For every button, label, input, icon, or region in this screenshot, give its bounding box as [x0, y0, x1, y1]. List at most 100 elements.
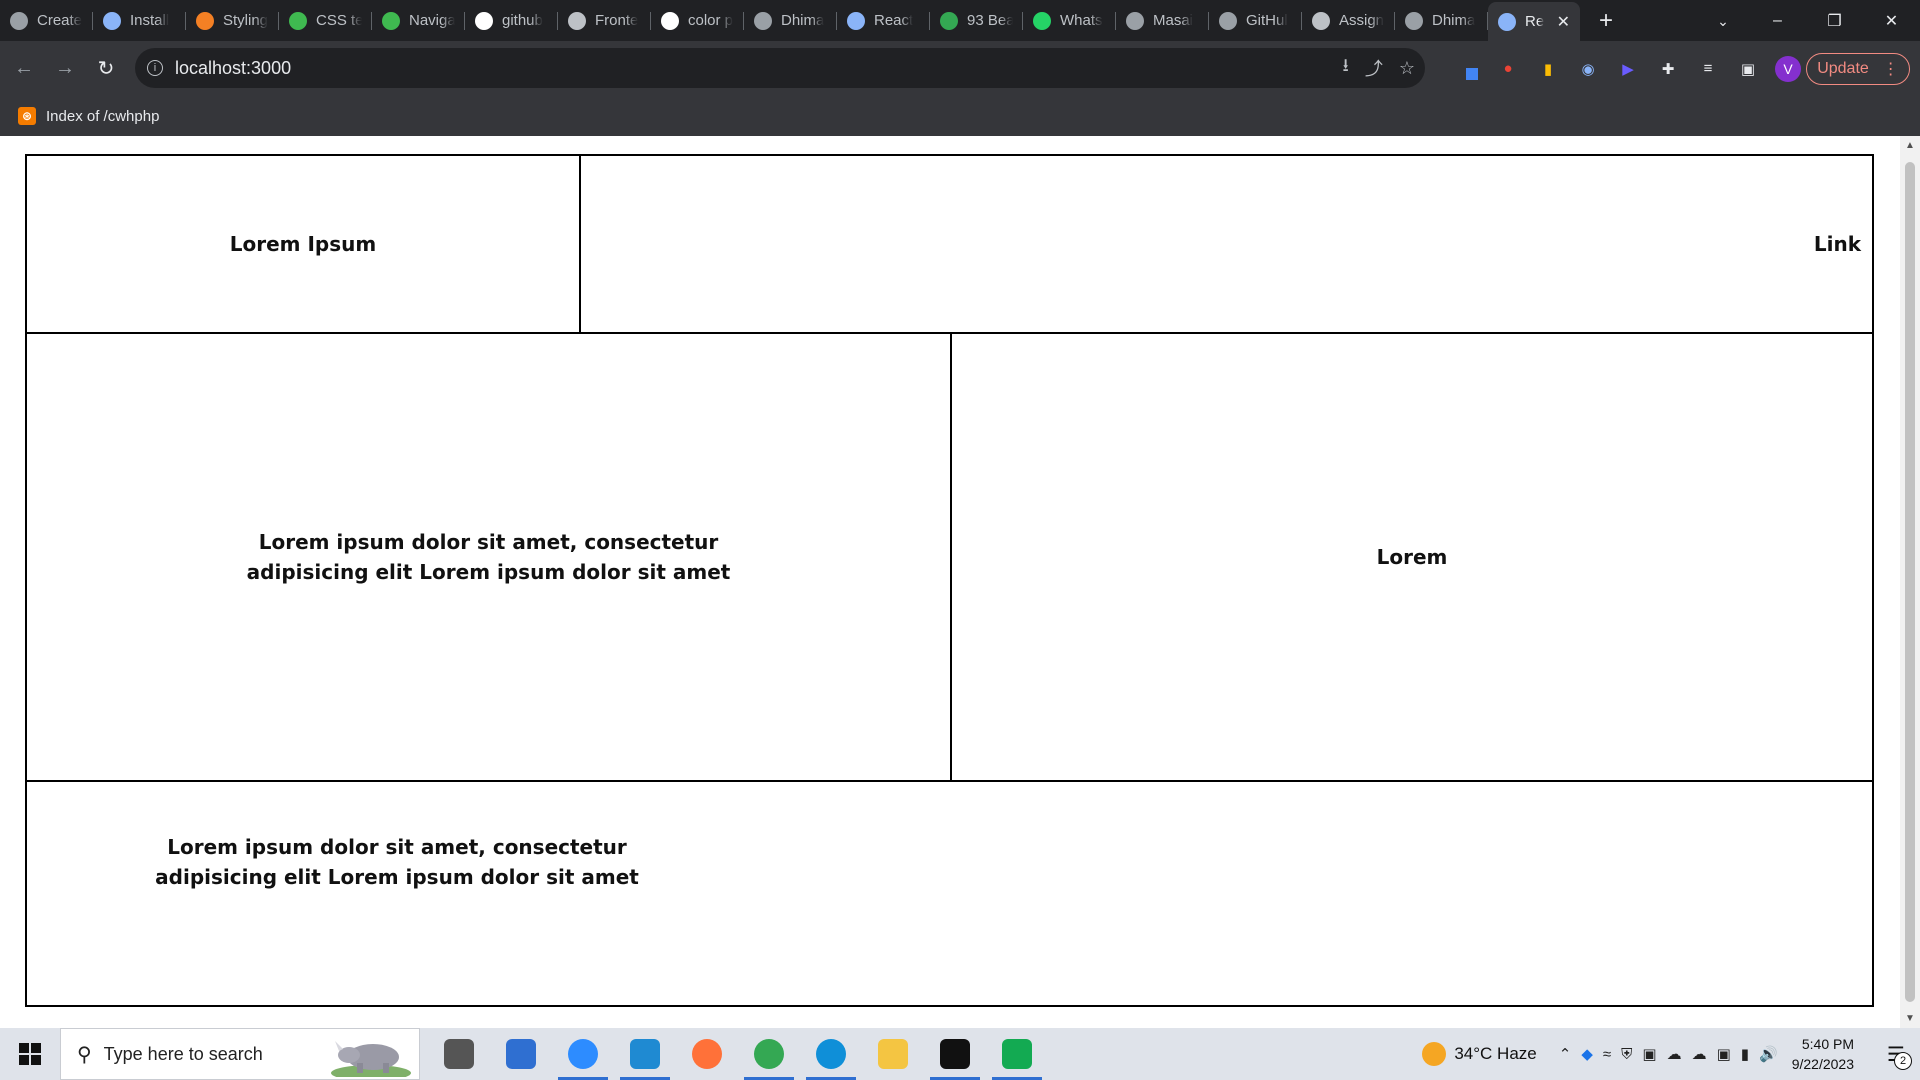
notification-center[interactable]: ☰ 2: [1872, 1028, 1920, 1080]
shield-extension-icon[interactable]: ▮: [1535, 56, 1561, 82]
tab-title: Install: [130, 12, 170, 29]
mail-icon: [506, 1039, 536, 1069]
stack-icon: [196, 11, 214, 30]
flash-extension-icon[interactable]: ●: [1495, 56, 1521, 82]
new-tab-plus-icon[interactable]: +: [1588, 3, 1624, 39]
browser-tab[interactable]: 93 Bea: [930, 0, 1023, 41]
taskbar-app[interactable]: [614, 1028, 676, 1080]
main-row: Lorem ipsum dolor sit amet, consectetur …: [25, 332, 1874, 782]
browser-tab[interactable]: Dhima: [1395, 0, 1488, 41]
taskbar-app[interactable]: [800, 1028, 862, 1080]
header-link[interactable]: Link: [1814, 229, 1861, 259]
notification-count: 2: [1894, 1052, 1912, 1070]
browser-tab[interactable]: color p: [651, 0, 744, 41]
active-browser-tab[interactable]: Re ✕: [1488, 2, 1580, 41]
start-button[interactable]: [0, 1028, 60, 1080]
header-link-cell: Link: [581, 156, 1872, 332]
browser-tab[interactable]: React: [837, 0, 930, 41]
browser-tab[interactable]: Install: [93, 0, 186, 41]
reload-icon[interactable]: ↻: [89, 52, 123, 86]
browser-tab-strip: Create Install Styling CSS te Naviga github Fr…: [0, 0, 1920, 41]
weather-widget[interactable]: 34°C Haze: [1422, 1042, 1537, 1066]
network-icon[interactable]: ≈: [1603, 1046, 1611, 1063]
weather-text: 34°C Haze: [1454, 1044, 1537, 1063]
onedrive-icon[interactable]: ☁: [1692, 1045, 1707, 1063]
url-text[interactable]: localhost:3000: [175, 58, 291, 79]
nav-icon: [382, 11, 400, 30]
eyedropper-extension-icon[interactable]: [1455, 56, 1481, 82]
display-icon[interactable]: ▣: [1717, 1045, 1731, 1063]
browser-toolbar: ← → ↻ i localhost:3000 ⭳ ⤴ ☆ ● ▮ ◉ ▶ ✚ ≡…: [0, 41, 1920, 96]
meet-icon[interactable]: ▣: [1642, 1045, 1656, 1063]
play-extension-icon[interactable]: ▶: [1615, 56, 1641, 82]
browser-tab[interactable]: Styling: [186, 0, 279, 41]
react-icon: [847, 11, 865, 30]
onedrive-off-icon[interactable]: ☁: [1667, 1045, 1682, 1063]
tab-title: color p: [688, 12, 734, 29]
tab-title: CSS te: [316, 12, 362, 29]
bookmark-star-icon[interactable]: ☆: [1399, 58, 1415, 79]
tab-title: Create: [37, 12, 83, 29]
browser-tab[interactable]: github: [465, 0, 558, 41]
forward-arrow-icon[interactable]: →: [48, 52, 82, 86]
taskbar-app[interactable]: [676, 1028, 738, 1080]
taskbar-app[interactable]: [552, 1028, 614, 1080]
more-menu-icon[interactable]: ⋮: [1883, 59, 1899, 79]
volume-icon[interactable]: 🔊: [1759, 1045, 1778, 1063]
clock[interactable]: 5:40 PM 9/22/2023: [1792, 1034, 1854, 1074]
bolt-icon: [103, 11, 121, 30]
masai-icon: [1126, 11, 1144, 30]
install-app-icon[interactable]: ⭳: [1343, 53, 1349, 83]
taskbar-search[interactable]: ⚲ Type here to search: [60, 1028, 420, 1080]
main-left-text: Lorem ipsum dolor sit amet, consectetur …: [27, 334, 952, 780]
profile-avatar[interactable]: V: [1775, 55, 1801, 82]
taskbar-app[interactable]: [986, 1028, 1048, 1080]
browser-tab[interactable]: Masai: [1116, 0, 1209, 41]
browser-tab[interactable]: Dhima: [744, 0, 837, 41]
bluetooth-icon[interactable]: ◆: [1581, 1045, 1593, 1063]
side-panel-icon[interactable]: ▣: [1735, 56, 1761, 82]
taskbar-app[interactable]: [428, 1028, 490, 1080]
tab-search-chevron-icon[interactable]: ⌄: [1708, 6, 1738, 36]
close-tab-icon[interactable]: ✕: [1557, 12, 1570, 32]
restore-icon[interactable]: ❐: [1806, 0, 1863, 41]
tab-title: Dhima: [781, 12, 825, 29]
minimize-icon[interactable]: –: [1749, 0, 1806, 41]
browser-tab[interactable]: CSS te: [279, 0, 372, 41]
firefox-icon: [692, 1039, 722, 1069]
security-icon[interactable]: ⛨: [1621, 1046, 1632, 1063]
share-icon[interactable]: ⤴: [1365, 55, 1383, 81]
react-icon: [1498, 12, 1516, 31]
taskbar-app[interactable]: [490, 1028, 552, 1080]
taskbar-app[interactable]: [862, 1028, 924, 1080]
page-scrollbar[interactable]: ▲ ▼: [1900, 136, 1920, 1028]
taskbar-app[interactable]: [738, 1028, 800, 1080]
browser-tab[interactable]: Fronte: [558, 0, 651, 41]
tab-title: Masai: [1153, 12, 1194, 29]
address-bar[interactable]: i localhost:3000 ⭳ ⤴ ☆: [135, 48, 1425, 88]
header-title: Lorem Ipsum: [27, 156, 581, 332]
scroll-down-arrow-icon[interactable]: ▼: [1904, 1013, 1916, 1024]
taskbar-app[interactable]: [924, 1028, 986, 1080]
battery-icon[interactable]: ▮: [1741, 1045, 1749, 1063]
scrollbar-thumb[interactable]: [1905, 162, 1915, 1002]
chevron-up-icon[interactable]: ⌃: [1559, 1045, 1572, 1063]
browser-tab[interactable]: Naviga: [372, 0, 465, 41]
puzzle-extensions-icon[interactable]: ✚: [1655, 56, 1681, 82]
reading-list-icon[interactable]: ≡: [1695, 56, 1721, 82]
update-button[interactable]: Update ⋮: [1806, 53, 1910, 85]
google-icon: [475, 11, 493, 30]
browser-tab[interactable]: GitHul: [1209, 0, 1302, 41]
whatsapp-icon: [1033, 11, 1051, 30]
scroll-up-arrow-icon[interactable]: ▲: [1904, 140, 1916, 151]
bookmark-item[interactable]: ⊛ Index of /cwhphp: [18, 107, 159, 125]
browser-tab[interactable]: Assign: [1302, 0, 1395, 41]
close-window-icon[interactable]: ✕: [1863, 0, 1920, 41]
lens-extension-icon[interactable]: ◉: [1575, 56, 1601, 82]
back-arrow-icon[interactable]: ←: [7, 52, 41, 86]
taskbar-apps: [428, 1028, 1048, 1080]
browser-tab[interactable]: Create: [0, 0, 93, 41]
browser-tab[interactable]: Whats: [1023, 0, 1116, 41]
task-view-icon: [444, 1039, 474, 1069]
site-info-icon[interactable]: i: [147, 60, 163, 76]
